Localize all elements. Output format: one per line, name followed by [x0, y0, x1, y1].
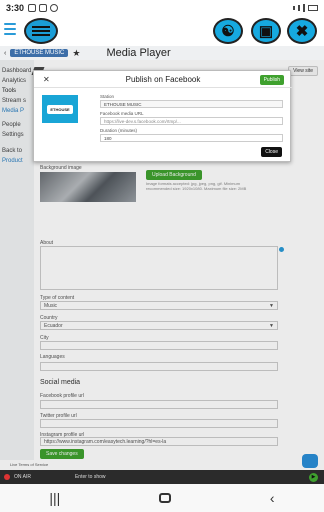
station-field: ETHOUSE MUSIC [100, 100, 283, 108]
play-button[interactable]: ▶ [309, 472, 318, 482]
facebook-url-input[interactable]: https://live-dev.s.facebook.com/rtmp/... [100, 117, 283, 125]
home-icon[interactable] [159, 493, 172, 503]
screen-share-icon: ▣ [258, 23, 274, 40]
play-icon: ▶ [311, 474, 316, 480]
close-overlay-button[interactable]: ✖ [287, 18, 317, 44]
android-nav-bar: ||| ‹ [0, 484, 324, 512]
page-topbar: ‹ ETHOUSE MUSIC ★ Media Player [0, 46, 324, 60]
duration-input[interactable]: 180 [100, 134, 283, 142]
live-dot-icon [4, 474, 10, 480]
close-x-icon: ✖ [295, 23, 309, 40]
signal-icon [293, 6, 295, 10]
signal-icon [298, 5, 300, 11]
station-selector[interactable]: ETHOUSE MUSIC [10, 49, 69, 57]
close-button[interactable]: Close [261, 147, 282, 157]
duration-value: 180 [104, 135, 112, 141]
player-station: ON AIR [14, 474, 31, 480]
hamburger-menu-icon[interactable] [4, 23, 16, 35]
app-header: ☯ ▣ ✖ [0, 16, 324, 46]
whatsapp-icon [50, 4, 59, 12]
back-icon[interactable]: ‹ [270, 490, 275, 506]
users-swap-button[interactable]: ☯ [213, 18, 243, 44]
back-arrow-icon[interactable]: ‹ [4, 50, 6, 57]
page-title: Media Player [106, 47, 171, 59]
users-swap-icon: ☯ [221, 23, 235, 40]
status-time: 3:30 [6, 3, 25, 13]
notification-icon [39, 4, 48, 12]
facebook-url-label: Facebook media URL [100, 111, 144, 116]
mini-player: ON AIR Enter to show ▶ [0, 470, 324, 484]
status-bar: 3:30 [0, 0, 324, 16]
station-value: ETHOUSE MUSIC [104, 101, 142, 107]
station-logo: ETHOUSE [42, 95, 78, 123]
system-icons [293, 4, 318, 12]
screen-share-button[interactable]: ▣ [251, 18, 281, 44]
modal-title: Publish on Facebook [125, 75, 201, 84]
list-icon [32, 26, 50, 28]
publish-facebook-modal: ✕ Publish on Facebook Publish ETHOUSE St… [33, 70, 292, 162]
player-text: Enter to show [74, 474, 106, 480]
station-label: Station [100, 94, 115, 99]
star-icon: ★ [72, 47, 81, 58]
signal-icon [303, 4, 305, 12]
list-menu-button[interactable] [24, 18, 58, 44]
station-logo-text: ETHOUSE [47, 104, 73, 114]
modal-divider [34, 87, 292, 88]
recent-apps-icon[interactable]: ||| [49, 490, 60, 506]
facebook-url-placeholder: https://live-dev.s.facebook.com/rtmp/... [104, 118, 181, 124]
publish-button[interactable]: Publish [259, 75, 284, 85]
battery-icon [308, 5, 318, 11]
duration-label: Duration (minutes) [100, 128, 138, 133]
notification-icon [28, 4, 37, 12]
